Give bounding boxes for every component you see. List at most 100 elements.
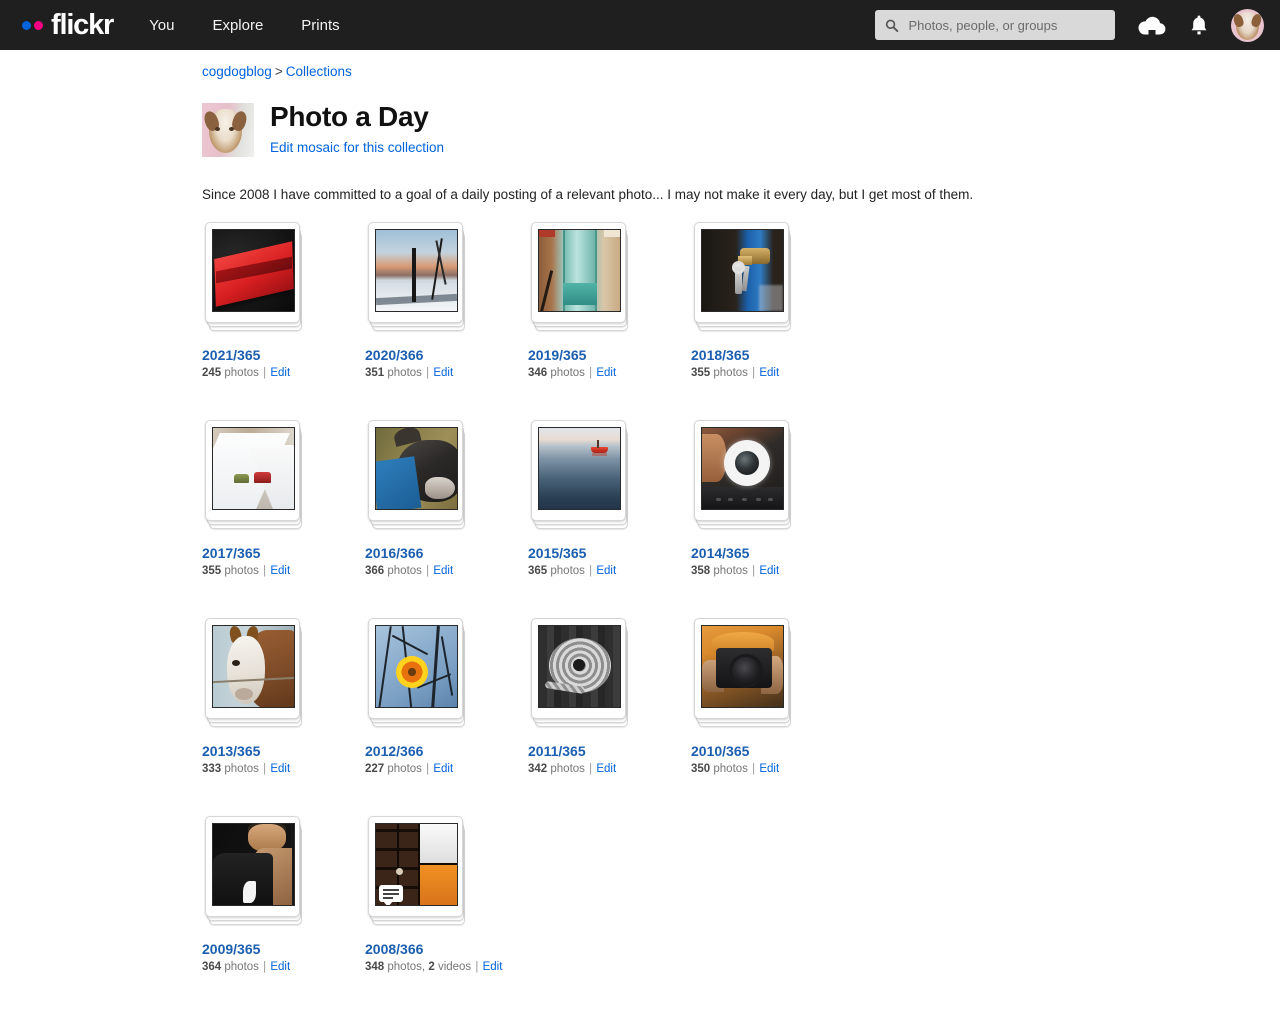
- page-title: Photo a Day: [270, 101, 429, 132]
- album-card[interactable]: 2010/365 350 photos | Edit: [691, 618, 854, 775]
- album-edit-link[interactable]: Edit: [596, 565, 616, 577]
- album-edit-link[interactable]: Edit: [433, 367, 453, 379]
- album-meta: 364 photos | Edit: [202, 961, 365, 973]
- nav-item-prints[interactable]: Prints: [301, 17, 339, 34]
- album-cover-art: [702, 626, 783, 708]
- album-thumbnail-stack[interactable]: [368, 816, 465, 926]
- site-header: flickr You Explore Prints: [0, 0, 1280, 50]
- album-thumbnail-stack[interactable]: [531, 618, 628, 728]
- logo-dots: [22, 20, 43, 30]
- album-card[interactable]: 2014/365 358 photos | Edit: [691, 420, 854, 577]
- album-card[interactable]: 2008/366 348 photos, 2 videos | Edit: [365, 816, 528, 973]
- album-meta: 358 photos | Edit: [691, 565, 854, 577]
- album-title-link[interactable]: 2021/365: [202, 347, 365, 363]
- album-card[interactable]: 2016/366 366 photos | Edit: [365, 420, 528, 577]
- album-thumbnail-stack[interactable]: [694, 222, 791, 332]
- stack-sheet-front: [694, 222, 789, 324]
- album-card[interactable]: 2018/365 355 photos | Edit: [691, 222, 854, 379]
- collection-cover-thumbnail[interactable]: [202, 103, 254, 157]
- cloud-upload-icon[interactable]: [1137, 14, 1167, 36]
- stack-sheet-front: [205, 222, 300, 324]
- album-grid: 2021/365 245 photos | Edit 2020/366 351 pho…: [202, 222, 992, 1014]
- main-content: cogdogblog > Collections Photo a Day Edit …: [0, 50, 1280, 1014]
- album-thumbnail-stack[interactable]: [531, 420, 628, 530]
- album-thumbnail-stack[interactable]: [531, 222, 628, 332]
- album-photo-count: 351: [365, 367, 385, 380]
- album-thumbnail-stack[interactable]: [368, 618, 465, 728]
- nav-item-explore[interactable]: Explore: [212, 17, 263, 34]
- album-title-link[interactable]: 2010/365: [691, 743, 854, 759]
- album-title-link[interactable]: 2018/365: [691, 347, 854, 363]
- album-edit-link[interactable]: Edit: [759, 565, 779, 577]
- album-photo-count: 365: [528, 565, 548, 578]
- album-thumbnail-stack[interactable]: [368, 222, 465, 332]
- breadcrumb-collections[interactable]: Collections: [286, 64, 352, 79]
- album-cover-photo: [375, 823, 458, 907]
- album-title-link[interactable]: 2019/365: [528, 347, 691, 363]
- album-title-link[interactable]: 2020/366: [365, 347, 528, 363]
- search-box[interactable]: [875, 10, 1115, 40]
- album-title-link[interactable]: 2012/366: [365, 743, 528, 759]
- album-photo-count: 355: [691, 367, 711, 380]
- album-card[interactable]: 2020/366 351 photos | Edit: [365, 222, 528, 379]
- bell-icon[interactable]: [1189, 14, 1209, 36]
- album-thumbnail-stack[interactable]: [205, 420, 302, 530]
- album-edit-link[interactable]: Edit: [759, 367, 779, 379]
- album-edit-link[interactable]: Edit: [433, 565, 453, 577]
- album-card[interactable]: 2011/365 342 photos | Edit: [528, 618, 691, 775]
- album-title-link[interactable]: 2011/365: [528, 743, 691, 759]
- album-title-link[interactable]: 2015/365: [528, 545, 691, 561]
- album-title-link[interactable]: 2009/365: [202, 941, 365, 957]
- album-title-link[interactable]: 2014/365: [691, 545, 854, 561]
- album-edit-link[interactable]: Edit: [270, 763, 290, 775]
- album-meta-separator: |: [752, 763, 756, 776]
- album-edit-link[interactable]: Edit: [270, 961, 290, 973]
- album-title-link[interactable]: 2017/365: [202, 545, 365, 561]
- flickr-logo[interactable]: flickr: [22, 10, 114, 40]
- album-photo-count: 342: [528, 763, 548, 776]
- album-card[interactable]: 2013/365 333 photos | Edit: [202, 618, 365, 775]
- album-title-link[interactable]: 2016/366: [365, 545, 528, 561]
- album-meta-separator: |: [589, 367, 593, 380]
- album-card[interactable]: 2019/365 346 photos | Edit: [528, 222, 691, 379]
- user-avatar[interactable]: [1231, 8, 1264, 42]
- album-meta: 333 photos | Edit: [202, 763, 365, 775]
- album-thumbnail-stack[interactable]: [368, 420, 465, 530]
- album-thumbnail-stack[interactable]: [205, 222, 302, 332]
- album-thumbnail-stack[interactable]: [205, 816, 302, 926]
- album-photo-count: 348: [365, 961, 385, 974]
- album-edit-link[interactable]: Edit: [483, 961, 503, 973]
- collection-description: Since 2008 I have committed to a goal of…: [202, 187, 974, 203]
- album-card[interactable]: 2015/365 365 photos | Edit: [528, 420, 691, 577]
- edit-mosaic-link[interactable]: Edit mosaic for this collection: [270, 140, 444, 155]
- album-edit-link[interactable]: Edit: [270, 367, 290, 379]
- album-meta: 342 photos | Edit: [528, 763, 691, 775]
- album-card[interactable]: 2012/366 227 photos | Edit: [365, 618, 528, 775]
- album-card[interactable]: 2009/365 364 photos | Edit: [202, 816, 365, 973]
- album-card[interactable]: 2017/365 355 photos | Edit: [202, 420, 365, 577]
- album-edit-link[interactable]: Edit: [433, 763, 453, 775]
- album-cover-photo: [701, 229, 784, 313]
- album-cover-photo: [701, 427, 784, 511]
- album-edit-link[interactable]: Edit: [596, 367, 616, 379]
- album-title-link[interactable]: 2008/366: [365, 941, 528, 957]
- album-title-link[interactable]: 2013/365: [202, 743, 365, 759]
- album-photo-label: photos: [550, 565, 585, 578]
- album-edit-link[interactable]: Edit: [759, 763, 779, 775]
- album-meta-separator: |: [752, 367, 756, 380]
- album-thumbnail-stack[interactable]: [205, 618, 302, 728]
- nav-item-you[interactable]: You: [149, 17, 174, 34]
- search-input[interactable]: [906, 16, 1105, 34]
- album-edit-link[interactable]: Edit: [270, 565, 290, 577]
- album-thumbnail-stack[interactable]: [694, 420, 791, 530]
- album-meta-separator: |: [426, 565, 430, 578]
- album-meta-separator: |: [263, 763, 267, 776]
- album-thumbnail-stack[interactable]: [694, 618, 791, 728]
- album-cover-art: [702, 230, 783, 312]
- album-meta: 355 photos | Edit: [691, 367, 854, 379]
- album-edit-link[interactable]: Edit: [596, 763, 616, 775]
- breadcrumb-user[interactable]: cogdogblog: [202, 64, 272, 79]
- album-cover-art: [539, 428, 620, 510]
- album-photo-label: photos,: [387, 961, 426, 974]
- album-card[interactable]: 2021/365 245 photos | Edit: [202, 222, 365, 379]
